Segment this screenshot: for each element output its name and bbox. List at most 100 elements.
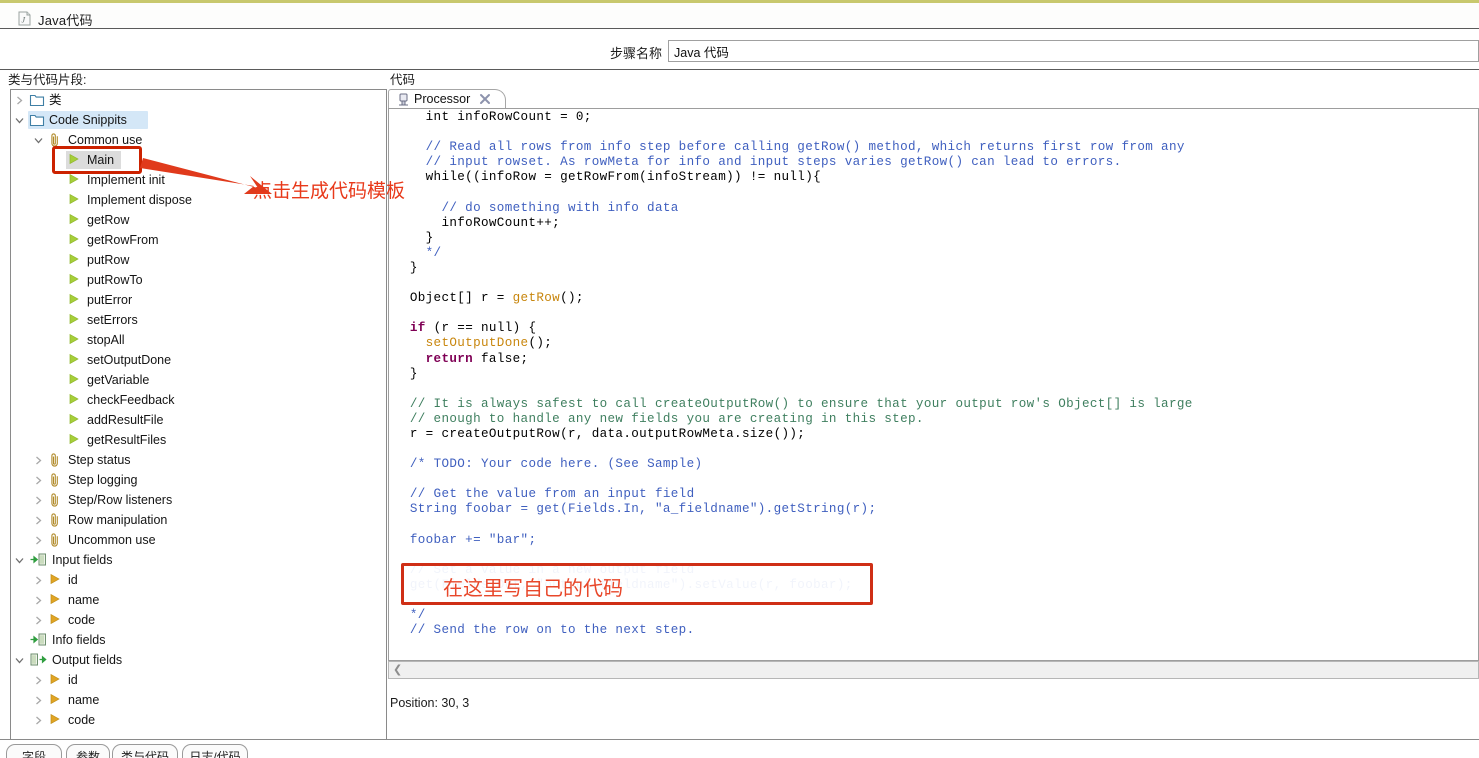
play-orange-icon (49, 613, 63, 627)
code-label: 代码 (390, 73, 416, 87)
java-file-icon: J (17, 11, 31, 26)
clip-icon (49, 513, 63, 527)
chevron-right-icon[interactable] (34, 510, 45, 530)
tree-item-info-fields[interactable]: Info fields (11, 630, 386, 650)
chevron-right-icon[interactable] (34, 450, 45, 470)
clip-icon (49, 493, 63, 507)
tree-item-label: Info fields (52, 633, 106, 647)
editor-horizontal-scrollbar[interactable]: ❮ (388, 661, 1479, 679)
tree-item-step-logging[interactable]: Step logging (11, 470, 386, 490)
tree-item-row-manipulation[interactable]: Row manipulation (11, 510, 386, 530)
tree-item-getrowfrom[interactable]: getRowFrom (11, 230, 386, 250)
tree-item-getresultfiles[interactable]: getResultFiles (11, 430, 386, 450)
chevron-down-icon[interactable] (15, 110, 26, 130)
svg-text:J: J (22, 16, 26, 25)
chevron-down-icon[interactable] (15, 550, 26, 570)
play-green-icon (68, 293, 82, 307)
tree-item-getrow[interactable]: getRow (11, 210, 386, 230)
tree-item-label: Step status (68, 453, 131, 467)
chevron-right-icon[interactable] (34, 490, 45, 510)
tree-item-output-fields[interactable]: Output fields (11, 650, 386, 670)
tree-item-id[interactable]: id (11, 670, 386, 690)
tree-item-uncommon-use[interactable]: Uncommon use (11, 530, 386, 550)
chevron-right-icon[interactable] (34, 530, 45, 550)
tree-item-name[interactable]: name (11, 690, 386, 710)
chevron-left-icon[interactable]: ❮ (393, 663, 402, 676)
tree-item-label: id (68, 573, 78, 587)
tree-item-label: setOutputDone (87, 353, 172, 367)
tree-item-[interactable]: 类 (11, 90, 386, 110)
tree-item-setoutputdone[interactable]: setOutputDone (11, 350, 386, 370)
code-line: // input rowset. As rowMeta for info and… (425, 155, 1122, 170)
tree-item-label: addResultFile (87, 413, 164, 427)
bottom-tab-strip[interactable]: 字段 参数 类与代码 日志/代码 (0, 744, 1479, 758)
play-green-icon (68, 413, 82, 427)
tree-item-code[interactable]: code (11, 710, 386, 730)
tree-item-code[interactable]: code (11, 610, 386, 630)
folder-icon (29, 93, 45, 107)
tree-item-step-status[interactable]: Step status (11, 450, 386, 470)
play-orange-icon (49, 573, 63, 587)
tree-item-common-use[interactable]: Common use (11, 130, 386, 150)
tree-item-input-fields[interactable]: Input fields (11, 550, 386, 570)
tab-processor[interactable]: Processor (388, 89, 506, 109)
tree-item-step-row-listeners[interactable]: Step/Row listeners (11, 490, 386, 510)
play-green-icon (68, 393, 82, 407)
code-line: int infoRowCount = 0; (425, 110, 592, 124)
chevron-right-icon[interactable] (34, 710, 45, 730)
chevron-down-icon[interactable] (15, 650, 26, 670)
code-line: r = createOutputRow(r, data.outputRowMet… (409, 426, 806, 441)
tree-item-label: code (68, 613, 96, 627)
tree-item-getvariable[interactable]: getVariable (11, 370, 386, 390)
chevron-right-icon[interactable] (15, 90, 26, 110)
code-line: // It is always safest to call createOut… (409, 396, 1193, 411)
bottom-tab-0[interactable]: 字段 (6, 744, 62, 758)
play-orange-icon (49, 693, 63, 707)
tree-item-label: Common use (68, 133, 143, 147)
input-fields-icon (30, 553, 46, 567)
code-line: // Get the value from an input field (409, 487, 695, 502)
code-line: setOutputDone(); (425, 336, 553, 351)
chevron-right-icon[interactable] (34, 590, 45, 610)
code-line: } (409, 366, 418, 381)
code-line: // do something with info data (441, 200, 679, 215)
chevron-right-icon[interactable] (34, 470, 45, 490)
tree-item-stopall[interactable]: stopAll (11, 330, 386, 350)
tree-item-seterrors[interactable]: setErrors (11, 310, 386, 330)
chevron-right-icon[interactable] (34, 670, 45, 690)
annotation-tree-callout: 点击生成代码模板 (253, 181, 406, 202)
bottom-tab-1[interactable]: 参数 (66, 744, 110, 758)
chevron-right-icon[interactable] (34, 690, 45, 710)
tree-item-putrow[interactable]: putRow (11, 250, 386, 270)
tree-item-label: Row manipulation (68, 513, 168, 527)
editor-position-status: Position: 30, 3 (390, 696, 470, 710)
chevron-down-icon[interactable] (34, 130, 45, 150)
processor-icon (397, 93, 410, 107)
play-green-icon (68, 213, 82, 227)
bottom-tab-2[interactable]: 类与代码 (112, 744, 178, 758)
tree-item-label: Code Snippits (49, 113, 127, 127)
tree-item-label: Main (87, 153, 115, 167)
tree-item-putrowto[interactable]: putRowTo (11, 270, 386, 290)
code-line: if (r == null) { (409, 321, 537, 336)
tree-item-puterror[interactable]: putError (11, 290, 386, 310)
step-name-input[interactable] (668, 40, 1479, 62)
step-name-label: 步骤名称 (610, 46, 663, 61)
tree-item-name[interactable]: name (11, 590, 386, 610)
chevron-right-icon[interactable] (34, 610, 45, 630)
chevron-right-icon[interactable] (34, 570, 45, 590)
window-title-bar: J Java代码 (0, 3, 1479, 28)
close-icon[interactable] (479, 93, 491, 105)
bottom-tab-3[interactable]: 日志/代码 (182, 744, 248, 758)
tree-item-addresultfile[interactable]: addResultFile (11, 410, 386, 430)
tree-item-checkfeedback[interactable]: checkFeedback (11, 390, 386, 410)
tree-item-code-snippits[interactable]: Code Snippits (11, 110, 386, 130)
tree-item-label: putRowTo (87, 273, 143, 287)
tree-item-id[interactable]: id (11, 570, 386, 590)
